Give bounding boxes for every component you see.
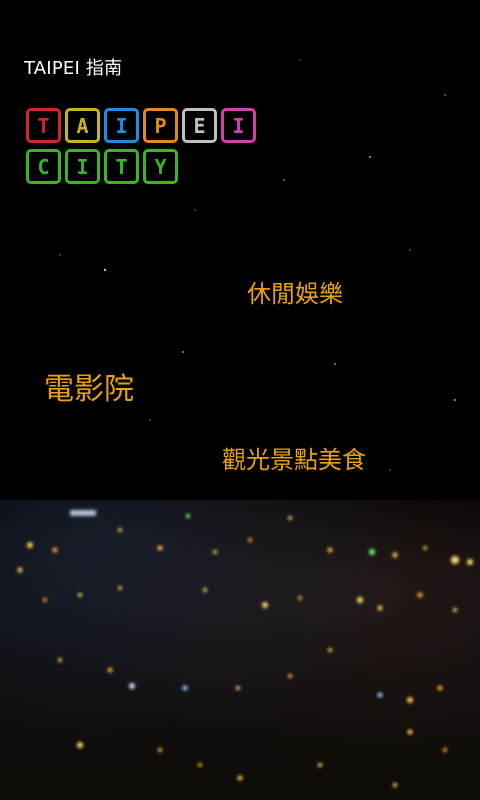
menu-leisure-entertainment[interactable]: 休閒娛樂: [247, 274, 343, 309]
starfield-background: [59, 59, 456, 471]
night-city-background: [0, 500, 480, 800]
menu-cinema[interactable]: 電影院: [44, 364, 134, 408]
menu-sightseeing-food[interactable]: 觀光景點美食: [222, 440, 366, 475]
city-lights: [17, 510, 473, 787]
